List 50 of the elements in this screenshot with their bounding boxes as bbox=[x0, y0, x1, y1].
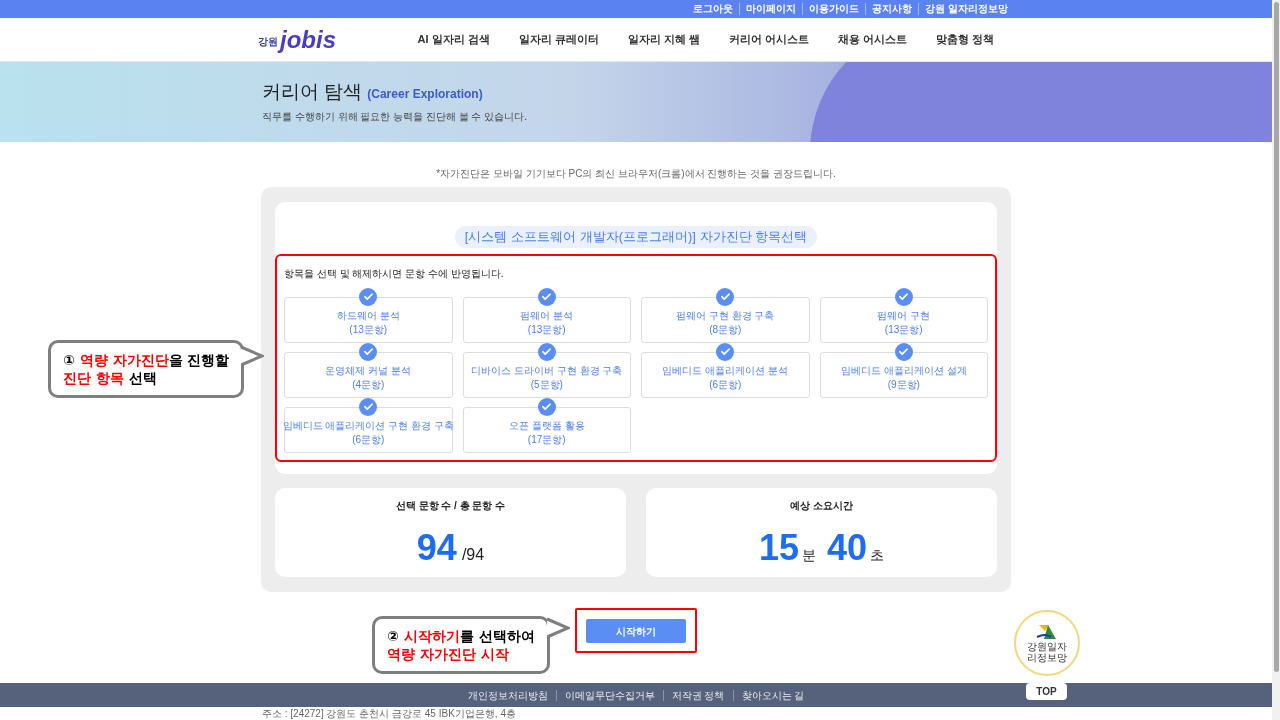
top-link[interactable]: 이용가이드 bbox=[802, 3, 866, 15]
start-button[interactable]: 시작하기 bbox=[586, 619, 686, 643]
footer-link[interactable]: 저작권 정책 bbox=[662, 689, 733, 701]
selection-title: [시스템 소프트웨어 개발자(프로그래머)] 자가진단 항목선택 bbox=[454, 226, 818, 248]
notice-text: *자가진단은 모바일 기기보다 PC의 최신 브라우저(크롬)에서 진행하는 것을 권장드립니다. bbox=[436, 167, 836, 181]
minutes-value: 15 bbox=[758, 525, 799, 570]
top-link[interactable]: 강원 일자리정보망 bbox=[918, 3, 1014, 15]
site-logo[interactable]: 강원jobis bbox=[258, 26, 336, 53]
item-option[interactable]: 오픈 플랫폼 활용 (17문항) bbox=[462, 406, 631, 453]
card-label: 예상 소요시간 bbox=[790, 498, 853, 513]
callout-pointer bbox=[241, 344, 265, 368]
page-description: 직무를 수행하기 위해 필요한 능력을 진단해 볼 수 있습니다. bbox=[262, 109, 528, 124]
seconds-unit: 초 bbox=[870, 545, 885, 565]
total-count: /94 bbox=[461, 544, 485, 565]
item-option[interactable]: 임베디드 애플리케이션 설계 (9문항) bbox=[819, 351, 988, 398]
nav-item[interactable]: AI 일자리 검색 bbox=[417, 31, 490, 48]
item-option[interactable]: 임베디드 애플리케이션 분석 (6문항) bbox=[641, 351, 810, 398]
address-text: 주소 : [24272] 강원도 춘천시 금강로 45 IBK기업은행, 4층 bbox=[262, 708, 516, 720]
footer-link[interactable]: 찾아오시는 길 bbox=[732, 689, 813, 701]
callout-bubble: ① 역량 자가진단을 진행할 진단 항목 선택 bbox=[48, 340, 245, 398]
item-option[interactable]: 펌웨어 구현 환경 구축 (8문항) bbox=[641, 296, 810, 343]
page-subtitle: (Career Exploration) bbox=[367, 86, 483, 103]
nav-item[interactable]: 맞춤형 정책 bbox=[935, 31, 994, 48]
top-link[interactable]: 마이페이지 bbox=[739, 3, 803, 15]
side-badge[interactable]: 강원일자리정보망 bbox=[1014, 610, 1080, 676]
item-option[interactable]: 디바이스 드라이버 구현 환경 구축 (5문항) bbox=[462, 351, 631, 398]
minutes-unit: 분 bbox=[802, 545, 816, 565]
flag-logo-icon bbox=[1036, 623, 1058, 641]
seconds-value: 40 bbox=[827, 525, 868, 570]
footer-link[interactable]: 이메일무단수집거부 bbox=[555, 689, 663, 701]
nav-item[interactable]: 일자리 지혜 쌤 bbox=[627, 31, 700, 48]
page-title: 커리어 탐색 bbox=[262, 80, 363, 104]
callout-bubble: ② 시작하기를 선택하여 역량 자가진단 시작 bbox=[372, 616, 550, 674]
card-label: 선택 문항 수 / 총 문항 수 bbox=[395, 498, 506, 513]
selection-hint: 항목을 선택 및 해제하시면 문항 수에 반영됩니다. bbox=[284, 266, 505, 281]
item-option[interactable]: 펌웨어 구현 (13문항) bbox=[819, 296, 988, 343]
nav-item[interactable]: 일자리 큐레이터 bbox=[518, 31, 599, 48]
scrollbar-thumb[interactable] bbox=[1273, 2, 1279, 672]
top-link[interactable]: 공지사항 bbox=[865, 3, 919, 15]
footer-link[interactable]: 개인정보처리방침 bbox=[459, 689, 556, 701]
item-option[interactable]: 하드웨어 분석 (13문항) bbox=[284, 296, 453, 343]
nav-item[interactable]: 채용 어시스트 bbox=[837, 31, 907, 48]
nav-item[interactable]: 커리어 어시스트 bbox=[728, 31, 809, 48]
top-button[interactable]: TOP bbox=[1026, 683, 1067, 700]
item-option[interactable]: 임베디드 애플리케이션 구현 환경 구축 (6문항) bbox=[284, 406, 453, 453]
item-option[interactable]: 펌웨어 분석 (13문항) bbox=[462, 296, 631, 343]
callout-pointer bbox=[546, 616, 570, 640]
selected-count: 94 bbox=[416, 525, 457, 570]
top-link[interactable]: 로그아웃 bbox=[687, 3, 740, 15]
item-option[interactable]: 운영체제 커널 분석 (4문항) bbox=[284, 351, 453, 398]
